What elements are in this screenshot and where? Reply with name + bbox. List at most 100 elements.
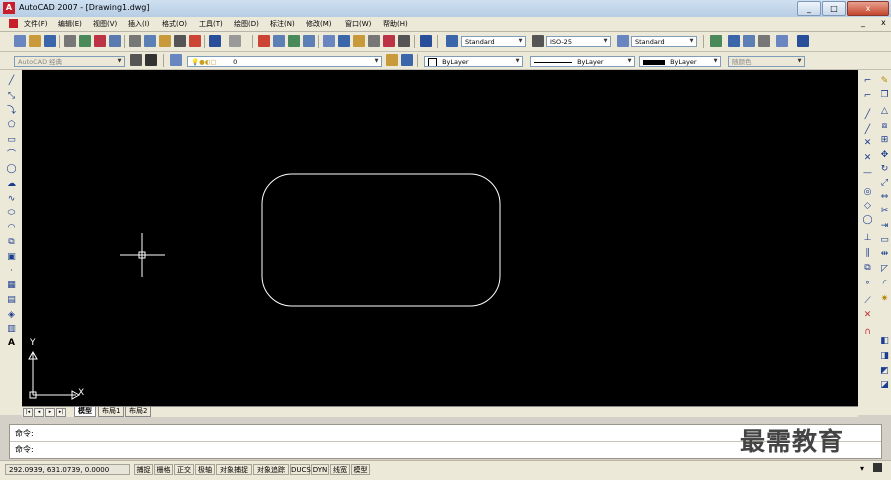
model-toggle[interactable]: 模型 — [351, 464, 370, 475]
polyline-icon[interactable]: ⤵ — [6, 106, 17, 117]
sheet-set-icon[interactable] — [368, 35, 380, 47]
redo-icon[interactable] — [229, 35, 241, 47]
lineweight-select[interactable]: ByLayer ▼ — [639, 56, 721, 67]
tab-layout2[interactable]: 布局2 — [125, 407, 152, 417]
fillet-icon[interactable]: ◜ — [879, 279, 890, 290]
rotate-icon[interactable]: ↻ — [879, 164, 890, 175]
undo-icon[interactable] — [209, 35, 221, 47]
copy-icon[interactable]: ❐ — [879, 90, 890, 101]
snap-midpoint-icon[interactable]: ╱ — [862, 125, 873, 136]
snap-from-icon[interactable]: ╱ — [862, 110, 873, 121]
snap-extension-icon[interactable]: — — [862, 168, 873, 179]
workspace-select[interactable]: AutoCAD 经典 ▼ — [14, 56, 125, 67]
open-icon[interactable] — [29, 35, 41, 47]
chamfer-icon[interactable]: ◸ — [879, 264, 890, 275]
array-icon[interactable]: ⊞ — [879, 135, 890, 146]
viewport-icon[interactable] — [710, 35, 722, 47]
drawing-canvas[interactable]: X Y — [22, 70, 858, 406]
copy-clip-icon[interactable] — [144, 35, 156, 47]
text-style-select[interactable]: Standard ▼ — [461, 36, 526, 47]
snap-apparent-icon[interactable]: ✕ — [862, 153, 873, 164]
mtext-icon[interactable]: A — [6, 338, 17, 349]
pan-icon[interactable] — [258, 35, 270, 47]
zoom-window-icon[interactable] — [288, 35, 300, 47]
draworder-under-icon[interactable]: ◪ — [879, 380, 890, 391]
tab-next-button[interactable]: ▸ — [45, 408, 55, 417]
menu-file[interactable]: 文件(F) — [24, 19, 48, 29]
circle-icon[interactable]: ◯ — [6, 164, 17, 175]
point-icon[interactable]: · — [6, 266, 17, 277]
draworder-above-icon[interactable]: ◩ — [879, 366, 890, 377]
menu-modify[interactable]: 修改(M) — [306, 19, 332, 29]
tab-last-button[interactable]: ▸| — [56, 408, 66, 417]
make-object-layer-current-icon[interactable] — [386, 54, 398, 66]
command-prompt[interactable]: 命令: — [15, 444, 34, 455]
layer-select[interactable]: 💡●◐▢ 0 ▼ — [187, 56, 382, 67]
draworder-back-icon[interactable]: ◨ — [879, 351, 890, 362]
markup-icon[interactable] — [383, 35, 395, 47]
stretch-icon[interactable]: ⇔ — [879, 192, 890, 203]
help-icon[interactable] — [420, 35, 432, 47]
menu-draw[interactable]: 绘图(D) — [234, 19, 259, 29]
snap-endpoint-icon[interactable]: ⌐ — [862, 76, 873, 87]
menu-edit[interactable]: 编辑(E) — [58, 19, 82, 29]
design-center-icon[interactable] — [338, 35, 350, 47]
table-style-icon[interactable] — [617, 35, 629, 47]
minimize-button[interactable]: _ — [797, 1, 821, 16]
properties-icon[interactable] — [323, 35, 335, 47]
revcloud-icon[interactable]: ☁ — [6, 179, 17, 190]
snap-nearest-icon[interactable]: ⟋ — [862, 296, 873, 307]
move-icon[interactable]: ✥ — [879, 150, 890, 161]
doc-close-button[interactable]: x — [881, 18, 886, 27]
ducs-toggle[interactable]: DUCS — [290, 464, 311, 475]
make-block-icon[interactable]: ▣ — [6, 252, 17, 263]
cut-icon[interactable] — [129, 35, 141, 47]
menu-help[interactable]: 帮助(H) — [383, 19, 408, 29]
join-icon[interactable]: ⇹ — [879, 249, 890, 260]
table-style-select[interactable]: Standard ▼ — [631, 36, 697, 47]
spline-icon[interactable]: ∿ — [6, 194, 17, 205]
snap-tangent-icon[interactable]: ◯ — [862, 215, 873, 226]
ellipse-icon[interactable]: ⬭ — [6, 208, 17, 219]
rounded-rectangle[interactable] — [261, 173, 501, 307]
scale-icon[interactable]: ⤢ — [879, 178, 890, 189]
new-icon[interactable] — [14, 35, 26, 47]
tab-layout1[interactable]: 布局1 — [98, 407, 125, 417]
explode-icon[interactable]: ✷ — [879, 294, 890, 305]
snap-center-icon[interactable]: ◎ — [862, 187, 873, 198]
clean-screen-icon[interactable] — [873, 463, 882, 472]
zoom-realtime-icon[interactable] — [273, 35, 285, 47]
plot-icon[interactable] — [64, 35, 76, 47]
arc-icon[interactable]: ⌒ — [6, 150, 17, 161]
linetype-select[interactable]: ByLayer ▼ — [530, 56, 635, 67]
publish-icon[interactable] — [94, 35, 106, 47]
menu-insert[interactable]: 插入(I) — [128, 19, 150, 29]
block-editor-icon[interactable] — [189, 35, 201, 47]
dim-style-icon[interactable] — [532, 35, 544, 47]
mirror-icon[interactable]: △ — [879, 106, 890, 117]
quickcalc-icon[interactable] — [398, 35, 410, 47]
text-style-icon[interactable] — [446, 35, 458, 47]
offset-icon[interactable]: ⧈ — [879, 121, 890, 132]
plot-preview-icon[interactable] — [79, 35, 91, 47]
workspace-save-icon[interactable] — [776, 35, 788, 47]
menu-tools[interactable]: 工具(T) — [199, 19, 223, 29]
status-menu-icon[interactable]: ▾ — [860, 464, 864, 473]
xline-icon[interactable]: ⤡ — [6, 91, 17, 102]
snap-quadrant-icon[interactable]: ◇ — [862, 201, 873, 212]
layer-previous-icon[interactable] — [401, 54, 413, 66]
polygon-icon[interactable]: ⬠ — [6, 120, 17, 131]
menu-format[interactable]: 格式(O) — [162, 19, 187, 29]
zoom-previous-icon[interactable] — [303, 35, 315, 47]
snap-toggle[interactable]: 捕捉 — [134, 464, 153, 475]
camera-icon[interactable] — [758, 35, 770, 47]
menu-view[interactable]: 视图(V) — [93, 19, 117, 29]
extend-icon[interactable]: ⇥ — [879, 221, 890, 232]
draworder-front-icon[interactable]: ◧ — [879, 336, 890, 347]
break-icon[interactable]: ▭ — [879, 235, 890, 246]
match-prop-icon[interactable] — [174, 35, 186, 47]
color-select[interactable]: ByLayer ▼ — [424, 56, 523, 67]
insert-block-icon[interactable]: ⧉ — [6, 237, 17, 248]
grid-toggle[interactable]: 栅格 — [154, 464, 173, 475]
rectangle-icon[interactable]: ▭ — [6, 135, 17, 146]
